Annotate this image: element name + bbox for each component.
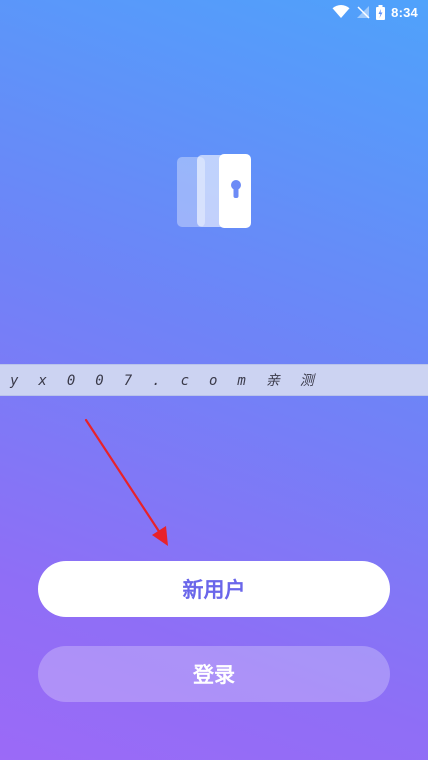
red-arrow-icon (84, 418, 168, 546)
signal-icon (356, 5, 370, 19)
status-time: 8:34 (391, 4, 418, 20)
status-bar: 8:34 (0, 0, 428, 24)
door-lock-icon (177, 154, 251, 228)
new-user-button[interactable]: 新用户 (38, 561, 390, 617)
login-button[interactable]: 登录 (38, 646, 390, 702)
login-label: 登录 (193, 663, 235, 687)
wifi-icon (332, 5, 350, 19)
new-user-label: 新用户 (182, 578, 246, 602)
watermark-text: yx007.com亲测 (10, 373, 334, 389)
battery-charging-icon (376, 4, 386, 20)
watermark-banner: yx007.com亲测 (0, 364, 428, 396)
